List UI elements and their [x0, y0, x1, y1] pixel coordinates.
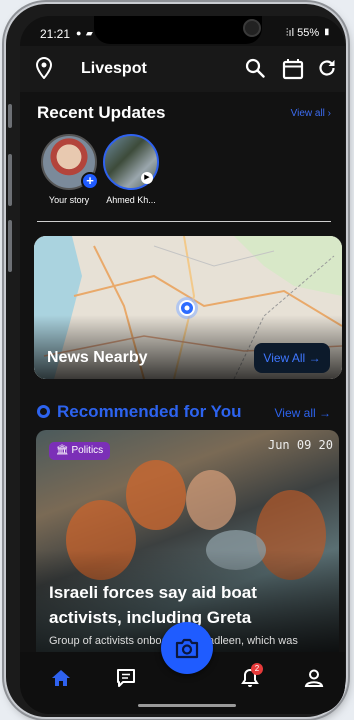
category-label: Politics: [71, 445, 104, 456]
search-icon[interactable]: [245, 58, 265, 83]
story-your-story[interactable]: + Your story: [38, 134, 100, 205]
battery-icon: ▮: [319, 27, 331, 39]
front-camera: [243, 19, 261, 37]
news-nearby-title: News Nearby: [47, 349, 148, 366]
volume-button: [8, 154, 12, 206]
status-right: ⫶ıl 55% ▮: [286, 27, 331, 40]
main-content: Recent Updates View all › + Your story ▶…: [20, 92, 345, 714]
add-story-icon[interactable]: +: [81, 172, 99, 190]
home-icon[interactable]: [51, 668, 71, 693]
recommended-view-all[interactable]: View all →: [275, 406, 331, 420]
volume-button: [8, 104, 12, 128]
screen: 21:21 ● ▰ ⫶ıl 55% ▮ Livespot Recent Upda…: [20, 16, 345, 714]
calendar-icon[interactable]: [282, 58, 304, 85]
news-nearby-map[interactable]: News Nearby View All →: [34, 236, 342, 379]
arrow-right-icon: →: [315, 406, 331, 420]
status-time: 21:21: [40, 27, 71, 41]
recommended-view-all-label: View all: [274, 406, 316, 420]
story-label: Ahmed Kh...: [106, 195, 156, 205]
notification-icons: ● ▰: [76, 28, 94, 38]
app-bar: Livespot: [20, 46, 345, 92]
bank-icon: 🏛: [56, 445, 72, 456]
recent-updates-title: Recent Updates: [37, 103, 166, 122]
article-date: Jun 09 20: [267, 438, 333, 452]
chevron-right-icon: ›: [324, 108, 331, 119]
recent-updates-view-all-label: View all: [290, 108, 325, 119]
avatar: +: [41, 134, 99, 190]
image-detail: [126, 460, 186, 530]
status-bar: 21:21 ● ▰ ⫶ıl 55% ▮: [20, 16, 345, 46]
notch: [94, 16, 262, 44]
bell-icon[interactable]: 2: [240, 663, 263, 693]
image-detail: [186, 470, 236, 530]
target-icon: [37, 405, 50, 418]
story-ahmed[interactable]: ▶ Ahmed Kh...: [100, 134, 162, 205]
arrow-right-icon: →: [305, 351, 321, 365]
story-label: Your story: [48, 195, 90, 205]
news-nearby-view-all-button[interactable]: View All →: [254, 343, 330, 373]
recent-updates-view-all[interactable]: View all ›: [291, 108, 331, 119]
app-title: Livespot: [81, 60, 147, 77]
home-indicator: [138, 704, 236, 707]
battery-level: 55%: [297, 27, 320, 39]
news-nearby-view-all-label: View All: [263, 351, 306, 365]
avatar: ▶: [103, 134, 159, 190]
divider: [37, 221, 331, 222]
refresh-icon[interactable]: [317, 58, 337, 83]
recommended-title-label: Recommended for You: [57, 402, 242, 421]
location-pin-icon[interactable]: [35, 56, 53, 84]
camera-button[interactable]: [161, 622, 213, 674]
recommended-title: Recommended for You: [37, 402, 242, 422]
category-badge[interactable]: 🏛 Politics: [49, 442, 111, 460]
camera-icon: [175, 638, 199, 659]
power-button: [8, 220, 12, 272]
notification-badge: 2: [251, 663, 263, 675]
play-icon: ▶: [141, 172, 153, 184]
phone-frame: 21:21 ● ▰ ⫶ıl 55% ▮ Livespot Recent Upda…: [6, 4, 346, 717]
signal-icon: ⫶ıl: [285, 27, 298, 39]
profile-icon[interactable]: [304, 668, 324, 693]
chat-icon[interactable]: [116, 668, 136, 693]
